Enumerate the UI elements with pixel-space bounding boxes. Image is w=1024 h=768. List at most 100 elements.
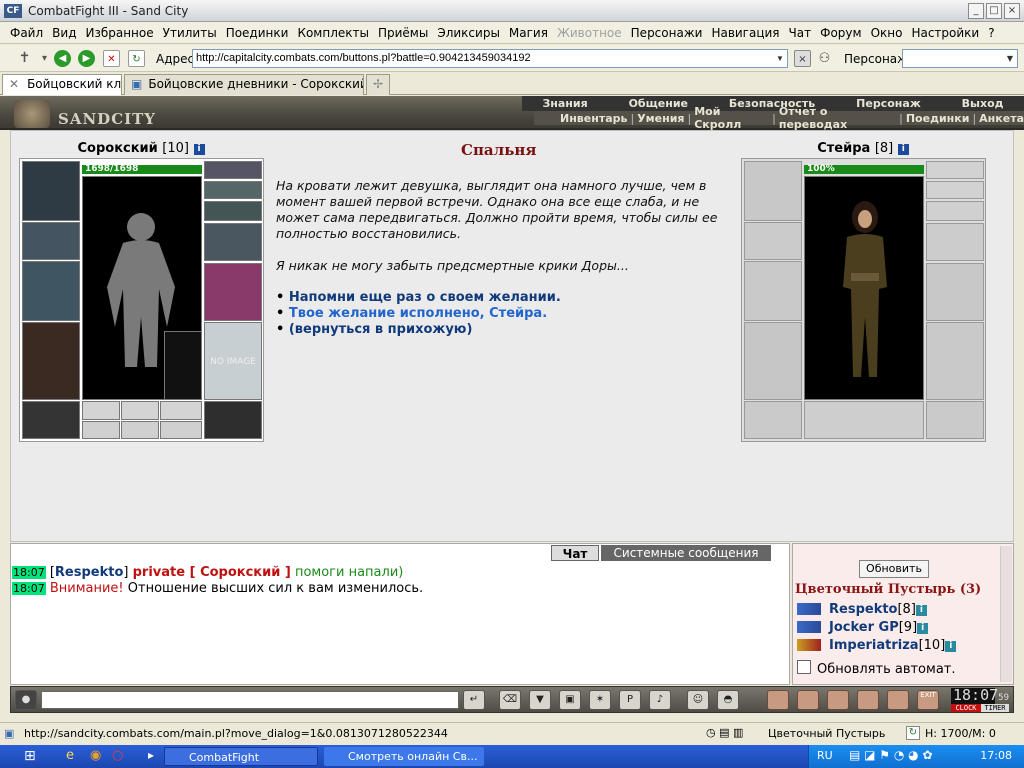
send-icon[interactable]: ↵	[463, 690, 485, 710]
empty-slot[interactable]: NO IMAGE	[204, 322, 262, 400]
user-item[interactable]: Jocker GP[9] i	[829, 620, 929, 635]
user-item[interactable]: Respekto[8] i	[829, 602, 927, 617]
tab-system-messages[interactable]: Системные сообщения	[601, 545, 771, 561]
stop-icon[interactable]: ✕	[103, 50, 120, 67]
menu-item[interactable]: ?	[988, 26, 994, 40]
nav-item[interactable]: Выход	[962, 97, 1004, 110]
subnav-item[interactable]: Отчет о переводах	[779, 105, 896, 131]
menu-item[interactable]: Приёмы	[378, 26, 428, 40]
maximize-icon[interactable]: □	[986, 3, 1002, 19]
clear-icon[interactable]: ×	[794, 50, 811, 67]
tab-diaries[interactable]: ▣ Бойцовские дневники - Сорокский -...	[124, 74, 364, 95]
menu-item[interactable]: Утилиты	[163, 26, 217, 40]
earrings-slot[interactable]	[204, 161, 262, 179]
option-fulfilled[interactable]: • Твое желание исполнено, Стейра.	[276, 306, 547, 321]
bottle-icon[interactable]	[767, 690, 789, 710]
subnav-item[interactable]: Инвентарь	[560, 112, 627, 125]
boots-slot[interactable]	[204, 401, 262, 439]
rune-slot[interactable]	[160, 401, 202, 420]
new-tab-button[interactable]: ✢	[366, 74, 390, 95]
forward-icon[interactable]: ▶	[78, 50, 95, 67]
nav-item[interactable]: Знания	[542, 97, 587, 110]
pin-icon[interactable]: ✝	[16, 50, 33, 67]
option-return[interactable]: • (вернуться в прихожую)	[276, 322, 472, 337]
armor-slot[interactable]	[22, 322, 80, 400]
subnav-item[interactable]: Умения	[637, 112, 684, 125]
offhand-slot[interactable]	[204, 263, 262, 321]
auto-refresh-checkbox[interactable]	[797, 660, 811, 674]
menu-item[interactable]: Поединки	[226, 26, 289, 40]
clock-label[interactable]: CLOCK	[951, 704, 981, 712]
pet-slot[interactable]	[164, 331, 202, 400]
fighter-icon[interactable]: ✶	[589, 690, 611, 710]
chat-input[interactable]	[41, 691, 459, 709]
helmet-icon[interactable]: ◓	[717, 690, 739, 710]
refresh-button[interactable]: Обновить	[859, 560, 929, 578]
menu-item[interactable]: Эликсиры	[437, 26, 500, 40]
browser-icon[interactable]: e	[66, 748, 74, 763]
opera-icon[interactable]: ○	[112, 748, 123, 763]
scrollbar[interactable]	[1000, 546, 1012, 682]
inventory-icon[interactable]	[887, 690, 909, 710]
music-icon[interactable]: ♪	[649, 690, 671, 710]
back-icon[interactable]: ◀	[54, 50, 71, 67]
menu-item[interactable]: Комплекты	[297, 26, 369, 40]
scroll-icon[interactable]	[797, 690, 819, 710]
save-icon[interactable]: ▣	[559, 690, 581, 710]
menu-item[interactable]: Чат	[789, 26, 812, 40]
erase-icon[interactable]: ⌫	[499, 690, 521, 710]
menu-item[interactable]: Навигация	[711, 26, 779, 40]
bracers-slot[interactable]	[22, 222, 80, 260]
chevron-right-icon[interactable]: ▸	[148, 748, 154, 762]
language-indicator[interactable]: RU	[817, 749, 833, 762]
chat-head-icon[interactable]: ●	[15, 690, 37, 710]
subnav-item[interactable]: Анкета	[979, 112, 1024, 125]
menu-item[interactable]: Животное	[557, 26, 622, 40]
task-combatfight[interactable]: CombatFight	[164, 747, 318, 766]
task-browser[interactable]: Смотреть онлайн Св...	[324, 747, 484, 766]
rune-slot[interactable]	[82, 421, 120, 439]
menu-item[interactable]: Магия	[509, 26, 548, 40]
smiley-icon[interactable]: ☺	[687, 690, 709, 710]
menu-item[interactable]: Настройки	[911, 26, 979, 40]
windows-start-icon[interactable]: ⊞	[24, 748, 36, 764]
address-input[interactable]: http://capitalcity.combats.com/buttons.p…	[192, 49, 788, 68]
close-icon[interactable]: ×	[1004, 3, 1020, 19]
menu-item[interactable]: Окно	[871, 26, 903, 40]
subnav-item[interactable]: Мой Скролл	[694, 105, 769, 131]
fist-icon[interactable]	[857, 690, 879, 710]
user-item[interactable]: Imperiatriza[10] i	[829, 638, 957, 653]
info-icon[interactable]: i	[193, 144, 205, 155]
info-icon[interactable]: i	[897, 144, 909, 155]
minimize-icon[interactable]: _	[968, 3, 984, 19]
timer-label[interactable]: TIMER	[981, 704, 1009, 712]
menu-item[interactable]: Файл	[10, 26, 43, 40]
option-remind[interactable]: • Напомни еще раз о своем желании.	[276, 290, 561, 305]
chat-sender[interactable]: Respekto	[55, 565, 123, 580]
chevron-down-icon[interactable]: ▼	[1003, 50, 1017, 67]
subnav-item[interactable]: Поединки	[906, 112, 970, 125]
filter-icon[interactable]: ▼	[529, 690, 551, 710]
chrome-icon[interactable]: ◉	[90, 748, 101, 763]
exit-button[interactable]: EXIT	[917, 690, 939, 710]
menu-item[interactable]: Форум	[820, 26, 861, 40]
rune-slot[interactable]	[82, 401, 120, 420]
tab-chat[interactable]: Чат	[551, 545, 599, 561]
belt-slot[interactable]	[22, 401, 80, 439]
nav-item[interactable]: Общение	[629, 97, 688, 110]
menu-item[interactable]: Персонажи	[631, 26, 703, 40]
chevron-down-icon[interactable]: ▼	[773, 50, 787, 67]
rune-slot[interactable]	[160, 421, 202, 439]
menu-item[interactable]: Вид	[52, 26, 76, 40]
gloves-slot[interactable]	[204, 223, 262, 261]
rings-slot[interactable]	[204, 201, 262, 221]
rune-slot[interactable]	[121, 401, 159, 420]
chevron-down-icon[interactable]: ▾	[36, 50, 53, 67]
pl-icon[interactable]: P	[619, 690, 641, 710]
necklace-slot[interactable]	[204, 181, 262, 199]
tab-club[interactable]: ✕Бойцовский клуб	[2, 74, 122, 95]
refresh-icon[interactable]: ↻	[128, 50, 145, 67]
refresh-icon[interactable]: ↻	[906, 726, 920, 740]
menu-item[interactable]: Избранное	[85, 26, 153, 40]
group-icon[interactable]	[827, 690, 849, 710]
